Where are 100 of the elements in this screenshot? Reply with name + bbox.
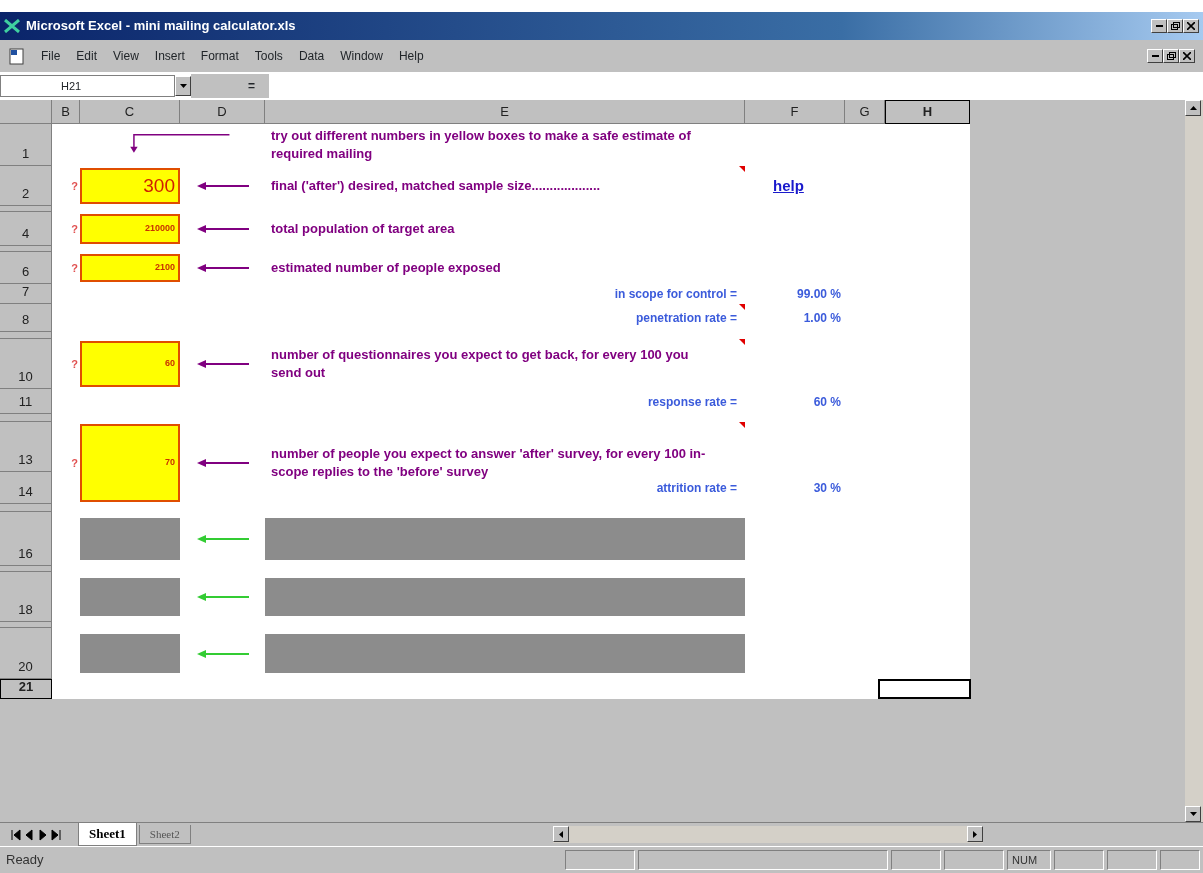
scroll-right-button[interactable] xyxy=(966,826,983,842)
left-arrow-icon xyxy=(196,593,249,601)
menu-item[interactable]: File xyxy=(40,47,62,65)
help-link[interactable]: help xyxy=(773,174,845,198)
active-cell[interactable] xyxy=(878,679,971,699)
input-description: number of questionnaires you expect to get back, for every 100 you send out xyxy=(270,346,690,382)
status-panel xyxy=(944,850,1004,870)
column-header[interactable]: F xyxy=(745,100,845,124)
input-cell[interactable]: 300 xyxy=(80,168,180,204)
left-arrow-icon xyxy=(196,360,249,368)
question-mark: ? xyxy=(70,178,79,194)
caret-icon xyxy=(179,84,187,88)
column-header[interactable]: D xyxy=(180,100,265,124)
down-arrow-icon xyxy=(1189,812,1197,816)
status-panel xyxy=(565,850,635,870)
input-description: total population of target area xyxy=(270,220,456,238)
question-mark: ? xyxy=(70,221,79,237)
scroll-up-button[interactable] xyxy=(1185,100,1201,116)
input-description: number of people you expect to answer 'after' survey, for every 100 in-scope replies to the 'before' survey xyxy=(270,445,707,481)
result-value: 30 % xyxy=(812,480,842,497)
window-title: Microsoft Excel - mini mailing calculator.xls xyxy=(26,17,296,36)
menu-item[interactable]: Edit xyxy=(75,47,99,65)
left-arrow-icon xyxy=(196,225,249,233)
dropdown-button[interactable] xyxy=(175,76,191,96)
sheet-tab[interactable]: Sheet2 xyxy=(138,824,191,845)
close-button[interactable] xyxy=(1179,49,1195,63)
left-arrow-icon xyxy=(558,830,563,838)
column-header[interactable]: E xyxy=(265,100,745,124)
input-cell[interactable]: 70 xyxy=(80,424,180,502)
question-mark: ? xyxy=(70,356,79,372)
horizontal-scrollbar[interactable] xyxy=(552,826,983,843)
row-header[interactable]: 10 xyxy=(0,339,52,389)
row-header[interactable]: 6 xyxy=(0,252,52,284)
minimize-button[interactable] xyxy=(1147,49,1163,63)
left-arrow-icon xyxy=(196,535,249,543)
row-header[interactable]: 18 xyxy=(0,572,52,622)
restore-button[interactable] xyxy=(1163,49,1179,63)
input-cell[interactable]: 210000 xyxy=(80,214,180,244)
result-value: 60 % xyxy=(812,393,842,411)
column-header[interactable]: C xyxy=(80,100,180,124)
row-header[interactable]: 21 xyxy=(0,679,52,699)
question-mark: ? xyxy=(70,260,79,276)
result-label: attrition rate = xyxy=(656,480,738,497)
result-label: penetration rate = xyxy=(635,310,738,327)
menu-item[interactable]: Format xyxy=(199,47,240,65)
column-header[interactable]: B xyxy=(52,100,80,124)
row-header[interactable]: 2 xyxy=(0,166,52,206)
row-header[interactable]: 20 xyxy=(0,628,52,679)
workbook-icon[interactable] xyxy=(8,47,26,65)
left-arrow-icon xyxy=(196,649,249,658)
status-indicator: NUM xyxy=(1007,850,1051,870)
status-panel xyxy=(1160,850,1200,870)
restore-icon xyxy=(1166,52,1176,60)
scroll-down-button[interactable] xyxy=(1185,806,1201,822)
input-description: final ('after') desired, matched sample size................... xyxy=(270,177,602,195)
status-panel xyxy=(891,850,941,870)
menu-item[interactable]: Window xyxy=(339,47,384,65)
scroll-left-button[interactable] xyxy=(552,826,569,842)
row-header[interactable]: 13 xyxy=(0,422,52,472)
result-label: response rate = xyxy=(647,393,738,411)
status-panel xyxy=(1054,850,1104,870)
name-box[interactable]: H21 xyxy=(0,75,175,97)
row-header[interactable]: 4 xyxy=(0,212,52,246)
result-value: 1.00 % xyxy=(802,310,842,327)
left-arrow-icon xyxy=(196,459,249,467)
menu-item[interactable]: Insert xyxy=(153,47,186,65)
input-cell[interactable]: 2100 xyxy=(80,254,180,282)
input-cell[interactable]: 60 xyxy=(80,341,180,387)
menu-item[interactable]: Tools xyxy=(253,47,284,65)
menu-item[interactable]: Help xyxy=(397,47,425,65)
menu-item[interactable]: View xyxy=(112,47,140,65)
left-arrow-icon xyxy=(196,264,249,272)
instruction-text: try out different numbers in yellow boxes to make a safe estimate of required mailing xyxy=(270,127,692,163)
row-header[interactable]: 8 xyxy=(0,304,52,332)
row-header[interactable]: 16 xyxy=(0,512,52,566)
app-icon xyxy=(4,19,20,33)
status-panel xyxy=(1107,850,1157,870)
restore-icon xyxy=(1170,22,1180,30)
close-icon xyxy=(1183,52,1191,60)
sheet-tab[interactable]: Sheet1 xyxy=(78,823,137,846)
menu-item[interactable]: Data xyxy=(297,47,326,65)
column-header[interactable]: H xyxy=(885,100,970,124)
left-arrow-icon xyxy=(196,182,249,190)
question-mark: ? xyxy=(70,455,79,471)
row-header[interactable]: 1 xyxy=(0,124,52,166)
row-header[interactable]: 7 xyxy=(0,284,52,304)
up-arrow-icon xyxy=(1189,106,1197,110)
status-text: Ready xyxy=(6,851,44,870)
restore-button[interactable] xyxy=(1167,19,1183,33)
minimize-button[interactable] xyxy=(1151,19,1167,33)
equals-sign: = xyxy=(248,78,255,95)
right-arrow-icon xyxy=(972,830,977,838)
minimize-icon xyxy=(1155,24,1163,28)
row-header[interactable]: 11 xyxy=(0,389,52,414)
input-description: estimated number of people exposed xyxy=(270,259,502,277)
result-value: 99.00 % xyxy=(795,286,842,303)
vertical-scrollbar[interactable] xyxy=(1185,100,1203,822)
close-button[interactable] xyxy=(1183,19,1199,33)
row-header[interactable]: 14 xyxy=(0,472,52,504)
column-header[interactable]: G xyxy=(845,100,885,124)
